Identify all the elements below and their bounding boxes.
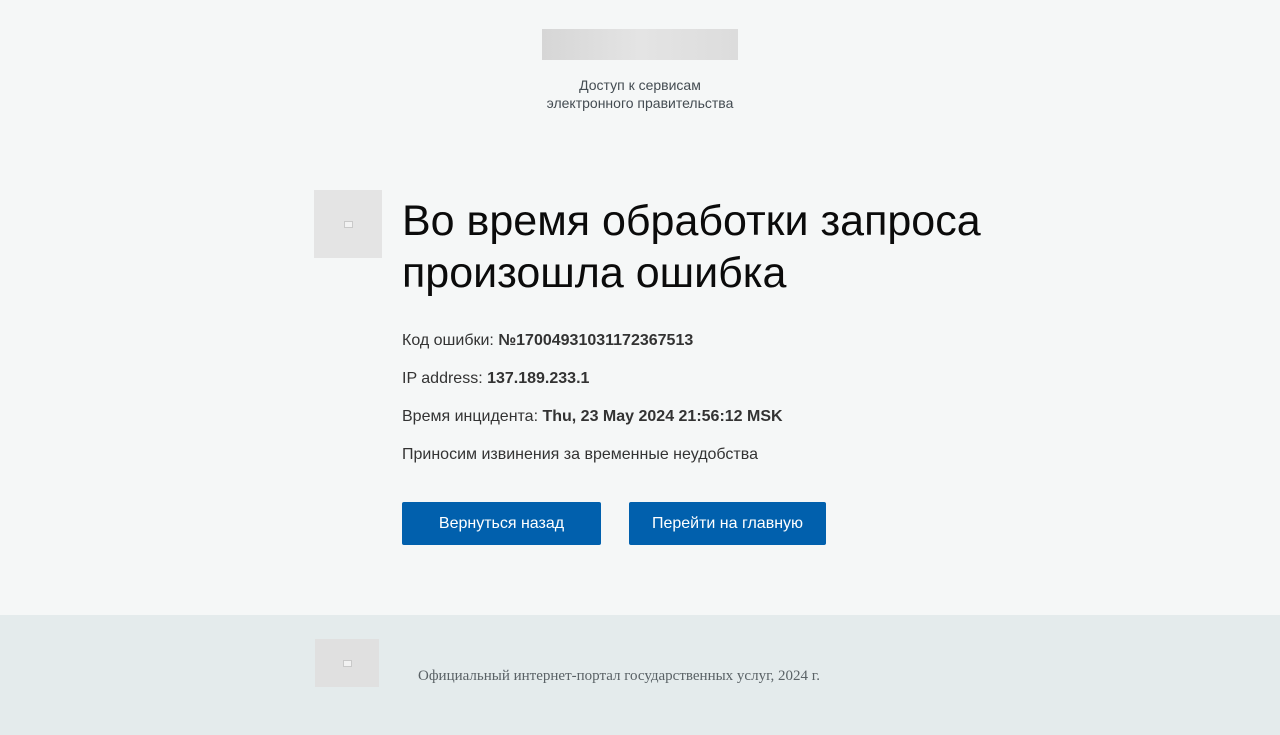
go-back-button[interactable]: Вернуться назад	[402, 502, 601, 545]
ip-address-value: 137.189.233.1	[487, 370, 590, 387]
error-code-line: Код ошибки: №17004931031172367513	[402, 331, 693, 351]
incident-time-line: Время инцидента: Thu, 23 May 2024 21:56:…	[402, 407, 783, 427]
page-footer: Официальный интернет-портал государствен…	[0, 615, 1280, 735]
header-tagline: Доступ к сервисам электронного правитель…	[440, 76, 840, 112]
footer-copyright: Официальный интернет-портал государствен…	[418, 668, 820, 684]
error-code-value: №17004931031172367513	[498, 332, 694, 349]
broken-image-icon	[343, 220, 353, 228]
footer-logo-icon	[315, 639, 379, 687]
tagline-line-1: Доступ к сервисам	[579, 77, 701, 93]
gosuslugi-logo[interactable]	[542, 29, 738, 60]
tagline-line-2: электронного правительства	[546, 95, 734, 111]
apology-text: Приносим извинения за временные неудобст…	[402, 446, 758, 463]
ip-address-label: IP address:	[402, 370, 488, 387]
incident-time-value: Thu, 23 May 2024 21:56:12 MSK	[542, 408, 783, 425]
error-title: Во время обработки запроса произошла оши…	[402, 197, 981, 297]
page-header: Доступ к сервисам электронного правитель…	[0, 0, 1280, 150]
error-content: Во время обработки запроса произошла оши…	[402, 195, 1042, 545]
error-image-icon	[314, 190, 382, 258]
footer-broken-image-icon	[342, 659, 352, 667]
incident-time-label: Время инцидента:	[402, 408, 543, 425]
go-home-button[interactable]: Перейти на главную	[629, 502, 826, 545]
error-code-label: Код ошибки:	[402, 332, 499, 349]
ip-address-line: IP address: 137.189.233.1	[402, 369, 589, 389]
